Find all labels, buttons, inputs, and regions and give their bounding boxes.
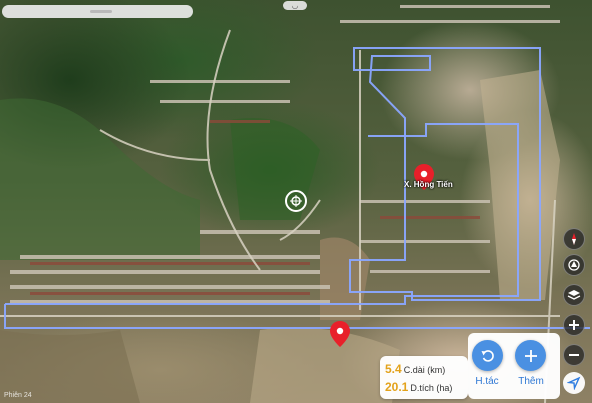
length-value: 5.4	[385, 362, 402, 376]
length-label: C.dài (km)	[403, 365, 446, 375]
top-handle[interactable]: ◡	[283, 1, 307, 10]
layers-icon	[567, 290, 581, 300]
search-bar[interactable]	[2, 5, 193, 18]
measurement-panel: 5.4 C.dài (km) 20.1 D.tích (ha)	[380, 356, 468, 399]
layers-button[interactable]	[563, 284, 585, 306]
layers-rotate-icon	[568, 259, 580, 271]
area-label: D.tích (ha)	[410, 383, 453, 393]
add-label: Thêm	[518, 376, 544, 387]
undo-label: H.tác	[475, 376, 499, 387]
undo-icon	[481, 349, 494, 362]
place-label: X. Hồng Tiến	[404, 180, 453, 189]
zoom-out-button[interactable]	[563, 344, 585, 366]
length-row: 5.4 C.dài (km)	[385, 362, 445, 376]
locate-button[interactable]	[563, 372, 585, 394]
map-watermark: Phiên 24	[4, 392, 32, 399]
zoom-out-icon	[569, 354, 579, 356]
compass-button[interactable]	[563, 228, 585, 250]
compass-icon	[572, 233, 576, 245]
zoom-in-icon	[569, 320, 579, 330]
locate-icon	[567, 376, 581, 390]
zoom-in-button[interactable]	[563, 314, 585, 336]
area-row: 20.1 D.tích (ha)	[385, 380, 452, 394]
drag-handle[interactable]	[90, 10, 112, 13]
plus-icon	[524, 349, 537, 362]
area-value: 20.1	[385, 380, 409, 394]
add-point-button[interactable]	[515, 340, 546, 371]
rotate-layers-button[interactable]	[563, 254, 585, 276]
undo-button[interactable]	[472, 340, 503, 371]
